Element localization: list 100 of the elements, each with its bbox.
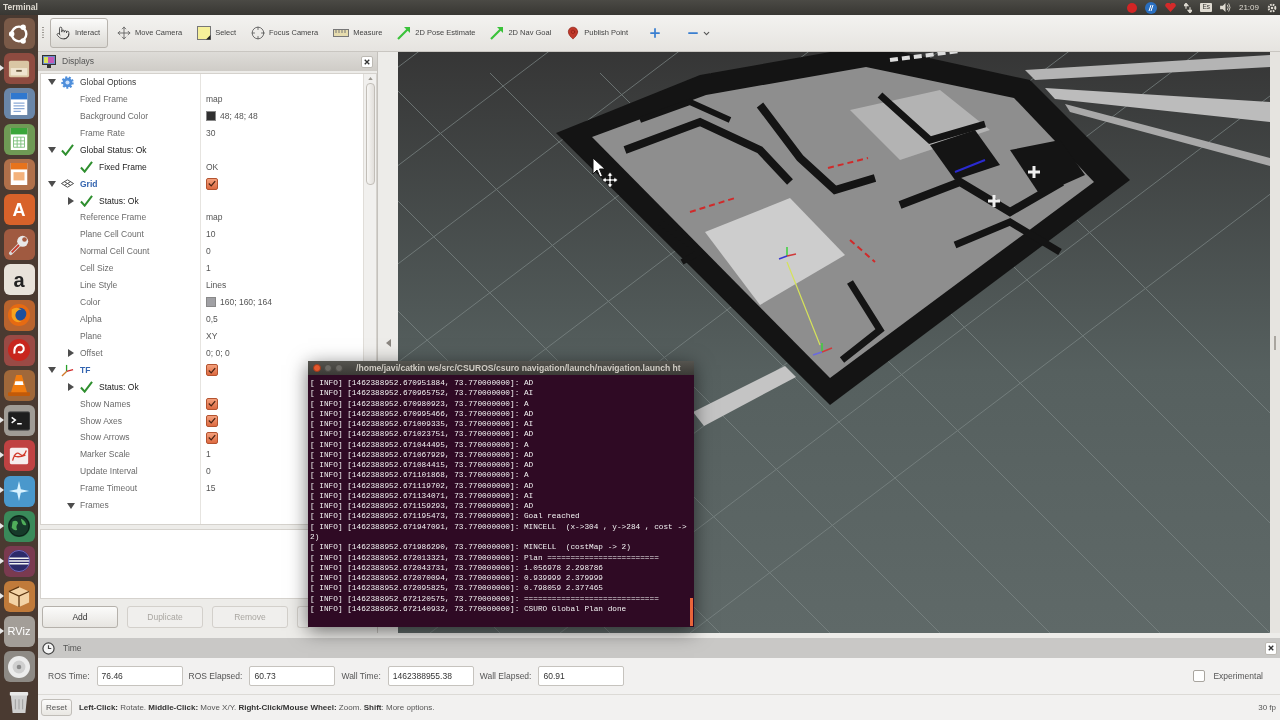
caret-right-icon[interactable]	[67, 349, 74, 358]
tree-item-label[interactable]: Status: Ok	[99, 380, 139, 394]
partial-button[interactable]	[297, 606, 309, 628]
check-icon	[80, 381, 93, 394]
field-label: Wall Time:	[341, 669, 381, 683]
tree-item-label[interactable]: Plane Cell Count	[80, 228, 144, 242]
scrollbar-thumb[interactable]	[690, 598, 693, 626]
launcher-item[interactable]	[3, 88, 35, 120]
tree-item-label[interactable]: Grid	[80, 177, 98, 191]
fps-readout: 30 fp	[1258, 701, 1276, 714]
checkbox[interactable]	[206, 414, 218, 427]
launcher-item[interactable]	[3, 405, 35, 437]
checkbox[interactable]	[206, 364, 218, 377]
launcher-item[interactable]	[3, 18, 35, 50]
time-field[interactable]: 60.91	[538, 666, 625, 686]
launcher-item[interactable]	[3, 158, 35, 190]
diagonal-arrow-icon	[490, 26, 505, 40]
scrollbar-thumb[interactable]	[365, 83, 375, 185]
property-value: XY	[206, 329, 218, 343]
launcher-item[interactable]	[3, 123, 35, 155]
property-value: Lines	[206, 279, 227, 292]
field-label: ROS Time:	[48, 669, 90, 683]
tree-item-label[interactable]: Global Status: Ok	[80, 143, 147, 157]
tree-item-label[interactable]: Show Arrows	[80, 431, 130, 445]
checkbox[interactable]	[206, 431, 218, 444]
tree-item-label[interactable]: Marker Scale	[80, 448, 131, 462]
launcher-item[interactable]	[3, 299, 35, 331]
tree-item-label[interactable]: Status: Ok	[99, 194, 139, 208]
spreadsheet-icon	[8, 128, 30, 151]
network-arrows-icon[interactable]	[1184, 2, 1193, 13]
caret-right-icon[interactable]	[67, 196, 74, 205]
tree-item-label[interactable]: TF	[80, 363, 91, 377]
launcher-item[interactable]	[3, 369, 35, 401]
globe-icon	[8, 515, 30, 538]
launcher-item[interactable]	[3, 229, 35, 261]
tree-item-label[interactable]: Update Interval	[80, 465, 138, 479]
volume-icon[interactable]	[1219, 3, 1231, 12]
clock[interactable]: 21:09	[1238, 3, 1259, 12]
caret-down-icon[interactable]	[47, 147, 56, 154]
tree-item-label[interactable]: Reference Frame	[80, 211, 147, 225]
move-cursor-icon	[601, 171, 619, 189]
checkbox[interactable]	[206, 397, 218, 410]
caret-down-icon[interactable]	[47, 367, 56, 374]
tf-frame-marker	[778, 246, 797, 260]
tick-icon	[208, 434, 216, 442]
tree-item-label[interactable]: Line Style	[80, 279, 118, 292]
caret-down-icon[interactable]	[47, 181, 56, 187]
field-label: Wall Elapsed:	[479, 669, 532, 683]
launcher-item[interactable]	[3, 651, 35, 683]
caret-down-icon[interactable]	[66, 502, 75, 509]
tree-item-label[interactable]: Global Options	[80, 76, 137, 89]
tree-item-label[interactable]: Frame Rate	[80, 126, 125, 140]
launcher-item[interactable]	[3, 510, 35, 542]
tree-item-label[interactable]: Color	[80, 296, 101, 309]
scroll-up-icon[interactable]	[367, 77, 373, 80]
tree-item-label[interactable]: Fixed Frame	[80, 93, 128, 106]
circle-logo-icon	[8, 22, 30, 45]
tree-item-label[interactable]: Show Axes	[80, 414, 123, 428]
reset-button[interactable]: Reset	[41, 699, 72, 716]
check-icon	[80, 194, 93, 207]
tree-item-label[interactable]: Cell Size	[80, 262, 114, 275]
panel-button[interactable]: Add	[42, 606, 118, 628]
time-field[interactable]: 76.46	[96, 666, 183, 686]
round-logo-icon[interactable]	[1145, 1, 1158, 14]
settings-icon[interactable]	[1267, 2, 1277, 13]
launcher-item[interactable]: a	[3, 264, 35, 296]
launcher-item[interactable]	[3, 440, 35, 472]
tree-item-label[interactable]: Fixed Frame	[99, 160, 147, 174]
property-value: 0	[206, 245, 211, 259]
tree-item-label[interactable]: Offset	[80, 346, 103, 360]
checkbox[interactable]	[206, 178, 218, 190]
axes-icon	[61, 363, 74, 377]
splitter-handle[interactable]	[1274, 335, 1276, 350]
launcher-item[interactable]	[3, 581, 35, 613]
tree-item-label[interactable]: Plane	[80, 329, 102, 343]
hand-pointer-icon	[56, 26, 70, 40]
launcher-item[interactable]	[3, 545, 35, 577]
panel-title: Displays	[62, 55, 96, 68]
tree-item-label[interactable]: Background Color	[80, 109, 149, 123]
collapse-arrow-icon[interactable]	[385, 338, 391, 347]
swirl-icon	[8, 339, 30, 362]
tree-item-label[interactable]: Normal Cell Count	[80, 245, 150, 259]
window-title: Terminal	[3, 3, 38, 12]
checkbox[interactable]	[1193, 670, 1206, 682]
tree-item-label[interactable]: Alpha	[80, 313, 102, 326]
caret-down-icon[interactable]	[47, 79, 56, 86]
tree-item-label[interactable]: Show Names	[80, 397, 131, 411]
tree-item-label[interactable]: Frames	[80, 499, 109, 512]
selection-square-icon	[197, 26, 212, 40]
tree-item-label[interactable]: Frame Timeout	[80, 482, 138, 495]
time-field[interactable]: 1462388955.38	[387, 666, 474, 686]
launcher-item[interactable]	[3, 475, 35, 507]
time-field[interactable]: 60.73	[249, 666, 336, 686]
launcher-item[interactable]	[3, 53, 35, 85]
launcher-item[interactable]: A	[3, 194, 35, 226]
disc-icon	[8, 655, 30, 678]
launcher-item[interactable]	[3, 334, 35, 366]
caret-right-icon[interactable]	[67, 383, 74, 392]
close-button[interactable]	[361, 55, 373, 68]
close-button[interactable]	[1265, 641, 1277, 655]
